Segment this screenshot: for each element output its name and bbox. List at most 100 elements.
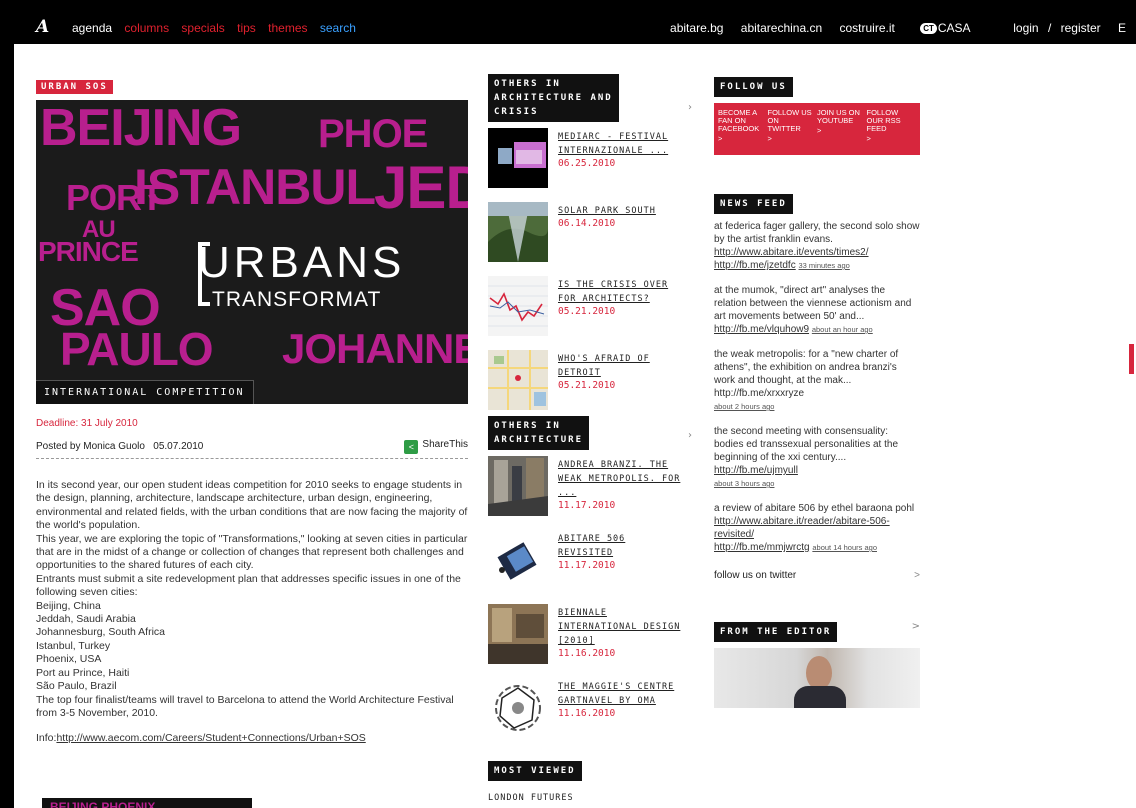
- city-list-item: Phoenix, USA: [36, 653, 102, 666]
- share-button[interactable]: < ShareThis: [404, 439, 468, 454]
- list-item[interactable]: IS THE CRISIS OVER FOR ARCHITECTS? 05.21…: [488, 276, 692, 344]
- item-date: 06.25.2010: [558, 158, 616, 169]
- facebook-link[interactable]: BECOME A FAN ON FACEBOOK >: [718, 109, 768, 155]
- body-paragraph: In its second year, our open student ide…: [36, 479, 468, 532]
- list-item[interactable]: BIENNALE INTERNATIONAL DESIGN [2010] 11.…: [488, 604, 692, 672]
- follow-label: JOIN US ON YOUTUBE: [817, 108, 860, 125]
- item-title[interactable]: WHO'S AFRAID OF DETROIT: [558, 352, 686, 380]
- hero-city: PHOE: [318, 112, 428, 156]
- link-abitarechina[interactable]: abitarechina.cn: [741, 21, 822, 35]
- nav-agenda[interactable]: agenda: [72, 21, 112, 35]
- nav-slash: /: [1047, 21, 1052, 35]
- item-title[interactable]: SOLAR PARK SOUTH: [558, 204, 686, 218]
- body-paragraph: Entrants must submit a site redevelopmen…: [36, 572, 461, 599]
- section-heading: FOLLOW US: [714, 77, 793, 97]
- news-link[interactable]: http://fb.me/mmjwrctg: [714, 542, 810, 553]
- section-others-crisis: OTHERS IN ARCHITECTURE AND CRISIS ›: [488, 74, 692, 122]
- chevron-right-icon[interactable]: >: [912, 621, 920, 632]
- chevron-right-icon[interactable]: ›: [688, 430, 692, 441]
- login-link[interactable]: login: [1013, 21, 1038, 35]
- related-column: OTHERS IN ARCHITECTURE AND CRISIS › MEDI…: [488, 74, 692, 808]
- rss-link[interactable]: FOLLOW OUR RSS FEED >: [867, 109, 917, 155]
- most-viewed-item[interactable]: LONDON FUTURES: [488, 793, 692, 808]
- link-costruire[interactable]: costruire.it: [840, 21, 895, 35]
- news-time[interactable]: 33 minutes ago: [799, 261, 850, 270]
- city-list-item: Port au Prince, Haiti: [36, 666, 130, 679]
- thumbnail[interactable]: [488, 678, 548, 738]
- chevron-right-icon: >: [817, 126, 822, 135]
- chevron-right-icon: >: [718, 134, 723, 143]
- thumbnail[interactable]: [488, 456, 548, 516]
- nav-themes[interactable]: themes: [268, 21, 307, 35]
- nav-search[interactable]: search: [320, 21, 356, 35]
- page-content: URBAN SOS BEIJING PHOE PORT AU PRINCE IS…: [14, 44, 1120, 808]
- item-title[interactable]: IS THE CRISIS OVER FOR ARCHITECTS?: [558, 278, 686, 306]
- news-text: a review of abitare 506 by ethel baraona…: [714, 503, 915, 514]
- nav-columns[interactable]: columns: [124, 21, 169, 35]
- twitter-link[interactable]: FOLLOW US ON TWITTER >: [768, 109, 818, 155]
- editor-photo[interactable]: [714, 648, 920, 708]
- city-list-item: Beijing, China: [36, 599, 101, 612]
- news-link[interactable]: http://www.abitare.it/events/times2/: [714, 247, 869, 258]
- news-link[interactable]: http://fb.me/vlquhow9: [714, 324, 809, 335]
- list-item[interactable]: ANDREA BRANZI. THE WEAK METROPOLIS. FOR …: [488, 456, 692, 524]
- item-title[interactable]: ABITARE 506 REVISITED: [558, 532, 686, 560]
- news-link[interactable]: http://www.abitare.it/reader/abitare-506…: [714, 516, 890, 540]
- list-item[interactable]: WHO'S AFRAID OF DETROIT 05.21.2010: [488, 350, 692, 418]
- article-column: URBAN SOS BEIJING PHOE PORT AU PRINCE IS…: [36, 74, 468, 744]
- thumbnail[interactable]: [488, 128, 548, 188]
- heading-line: ARCHITECTURE: [494, 435, 584, 445]
- item-title[interactable]: BIENNALE INTERNATIONAL DESIGN [2010]: [558, 606, 686, 648]
- thumbnail[interactable]: [488, 276, 548, 336]
- list-item[interactable]: MEDIARC - FESTIVAL INTERNAZIONALE ... 06…: [488, 128, 692, 196]
- news-time[interactable]: about 14 hours ago: [812, 543, 877, 552]
- list-item[interactable]: ABITARE 506 REVISITED 11.17.2010: [488, 530, 692, 598]
- news-feed: NEWS FEED at federica fager gallery, the…: [714, 191, 920, 581]
- heading-line: CRISIS: [494, 107, 539, 117]
- editor-face: [806, 656, 832, 690]
- scrollbar-thumb[interactable]: [1129, 344, 1134, 374]
- nav-specials[interactable]: specials: [181, 21, 224, 35]
- news-link[interactable]: http://fb.me/jzetdfc: [714, 260, 796, 271]
- link-abitare-bg[interactable]: abitare.bg: [670, 21, 723, 35]
- news-item: the second meeting with consensuality: b…: [714, 425, 920, 490]
- abitare-logo[interactable]: A: [36, 17, 49, 37]
- news-time[interactable]: about 2 hours ago: [714, 402, 774, 411]
- section-heading: FROM THE EDITOR: [714, 622, 838, 642]
- register-link[interactable]: register: [1061, 21, 1101, 35]
- item-date: 11.17.2010: [558, 500, 616, 511]
- news-item: at federica fager gallery, the second so…: [714, 220, 920, 272]
- share-icon: <: [404, 440, 419, 454]
- bottom-tag-image[interactable]: BEIJING PHOENIX: [42, 798, 252, 808]
- heading-line: OTHERS IN: [494, 421, 561, 431]
- section-tag[interactable]: URBAN SOS: [36, 80, 113, 94]
- thumbnail[interactable]: [488, 530, 548, 590]
- follow-twitter-link[interactable]: follow us on twitter >: [714, 570, 920, 581]
- follow-us-box: BECOME A FAN ON FACEBOOK > FOLLOW US ON T…: [714, 103, 920, 155]
- list-item[interactable]: THE MAGGIE'S CENTRE GARTNAVEL BY OMA 11.…: [488, 678, 692, 746]
- thumbnail[interactable]: [488, 350, 548, 410]
- nav-cut-item[interactable]: E: [1118, 21, 1126, 35]
- page-scrollbar[interactable]: [1120, 44, 1136, 808]
- section-heading: OTHERS IN ARCHITECTURE: [488, 416, 590, 450]
- hero-title: URBANS: [198, 238, 406, 287]
- info-link[interactable]: http://www.aecom.com/Careers/Student+Con…: [56, 732, 365, 744]
- item-title[interactable]: ANDREA BRANZI. THE WEAK METROPOLIS. FOR …: [558, 458, 686, 500]
- news-time[interactable]: about an hour ago: [812, 325, 873, 334]
- item-title[interactable]: MEDIARC - FESTIVAL INTERNAZIONALE ...: [558, 130, 686, 158]
- thumbnail[interactable]: [488, 604, 548, 664]
- link-casa[interactable]: CT CASA: [920, 21, 970, 35]
- from-the-editor: FROM THE EDITOR >: [714, 619, 920, 708]
- news-link[interactable]: http://fb.me/ujmyull: [714, 465, 798, 476]
- list-item[interactable]: SOLAR PARK SOUTH 06.14.2010: [488, 202, 692, 270]
- nav-tips[interactable]: tips: [237, 21, 256, 35]
- follow-label: FOLLOW OUR RSS FEED: [866, 108, 901, 133]
- news-time[interactable]: about 3 hours ago: [714, 479, 774, 488]
- item-date: 11.17.2010: [558, 560, 616, 571]
- editor-shirt: [794, 686, 846, 708]
- thumbnail[interactable]: [488, 202, 548, 262]
- chevron-right-icon[interactable]: ›: [688, 102, 692, 113]
- item-title[interactable]: THE MAGGIE'S CENTRE GARTNAVEL BY OMA: [558, 680, 686, 708]
- youtube-link[interactable]: JOIN US ON YOUTUBE >: [817, 109, 867, 155]
- hero-city: BEIJING: [40, 100, 242, 157]
